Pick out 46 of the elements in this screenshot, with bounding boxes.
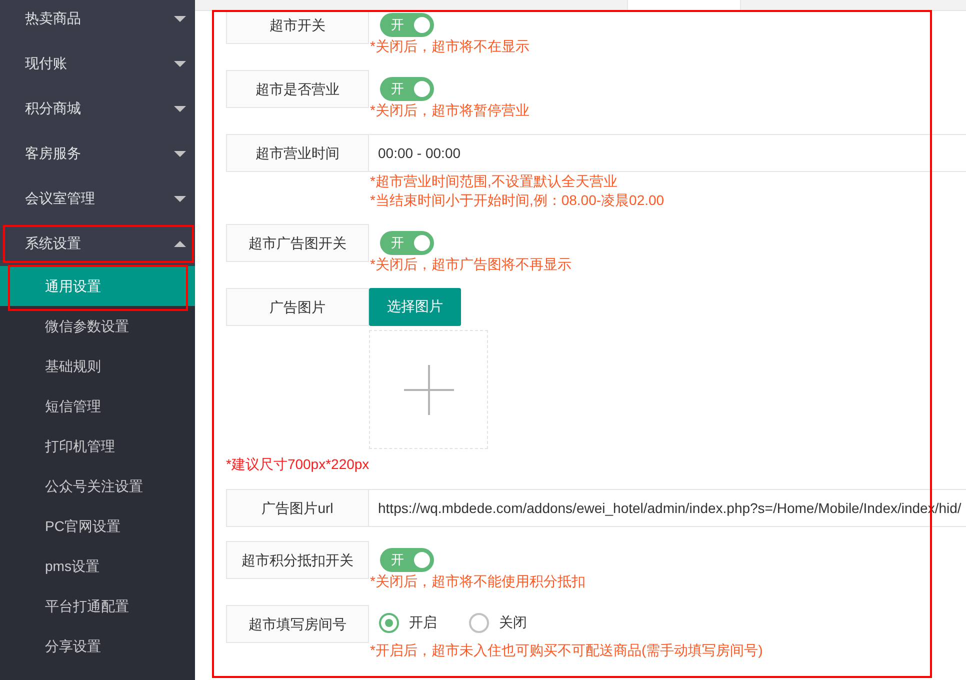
field-label: 超市开关 — [226, 11, 369, 44]
image-upload-area[interactable] — [369, 330, 488, 449]
hint-text: *关闭后，超市将暂停营业 — [369, 101, 530, 120]
nav-item[interactable]: 积分商城 — [0, 86, 195, 131]
caret-icon — [174, 196, 186, 202]
nav-subitem[interactable]: PC官网设置 — [0, 506, 195, 546]
nav-subitem[interactable]: pms设置 — [0, 546, 195, 586]
nav-item[interactable]: 会议室管理 — [0, 176, 195, 221]
field-label: 超市是否营业 — [226, 70, 369, 108]
input-field[interactable]: 00:00 - 00:00 — [369, 134, 966, 172]
caret-icon — [174, 106, 186, 112]
radio-button[interactable] — [379, 613, 399, 633]
nav-subitem[interactable]: 短信管理 — [0, 386, 195, 426]
hint-text: *超市营业时间范围,不设置默认全天营业 — [369, 172, 618, 191]
hint-text: *关闭后，超市将不在显示 — [369, 37, 530, 56]
nav-subitem[interactable]: 基础规则 — [0, 346, 195, 386]
nav-subitem[interactable]: 通用设置 — [0, 266, 195, 306]
nav-item[interactable]: 现付账 — [0, 41, 195, 86]
tab[interactable] — [627, 0, 741, 11]
field-label: 超市填写房间号 — [226, 605, 369, 643]
field-label: 广告图片url — [226, 489, 369, 527]
caret-icon — [174, 240, 186, 246]
select-image-button[interactable]: 选择图片 — [369, 288, 461, 326]
caret-icon — [174, 60, 186, 66]
hint-text: *开启后，超市未入住也可购买不可配送商品(需手动填写房间号) — [369, 641, 763, 660]
nav-subitem[interactable]: 平台打通配置 — [0, 586, 195, 626]
field-label: 超市广告图开关 — [226, 224, 369, 262]
hint-text: *建议尺寸700px*220px — [226, 455, 370, 474]
nav-item[interactable]: 热卖商品 — [0, 0, 195, 41]
caret-icon — [174, 150, 186, 156]
hint-text: *当结束时间小于开始时间,例：08.00-凌晨02.00 — [369, 191, 664, 210]
radio-button[interactable] — [469, 613, 489, 633]
hint-text: *关闭后，超市广告图将不再显示 — [369, 255, 572, 274]
nav-item[interactable]: 客房服务 — [0, 131, 195, 176]
nav-subitem[interactable]: 公众号关注设置 — [0, 466, 195, 506]
caret-icon — [174, 16, 186, 22]
nav-subitem[interactable]: 打印机管理 — [0, 426, 195, 466]
nav-subitem[interactable]: 微信参数设置 — [0, 306, 195, 346]
nav-subitem[interactable]: 分享设置 — [0, 626, 195, 666]
hint-text: *关闭后，超市将不能使用积分抵扣 — [369, 572, 586, 591]
field-label: 超市积分抵扣开关 — [226, 541, 369, 579]
radio-label[interactable]: 关闭 — [499, 614, 527, 632]
field-label: 广告图片 — [226, 288, 369, 326]
plus-icon — [404, 364, 454, 414]
radio-label[interactable]: 开启 — [409, 614, 437, 632]
field-label: 超市营业时间 — [226, 134, 369, 172]
